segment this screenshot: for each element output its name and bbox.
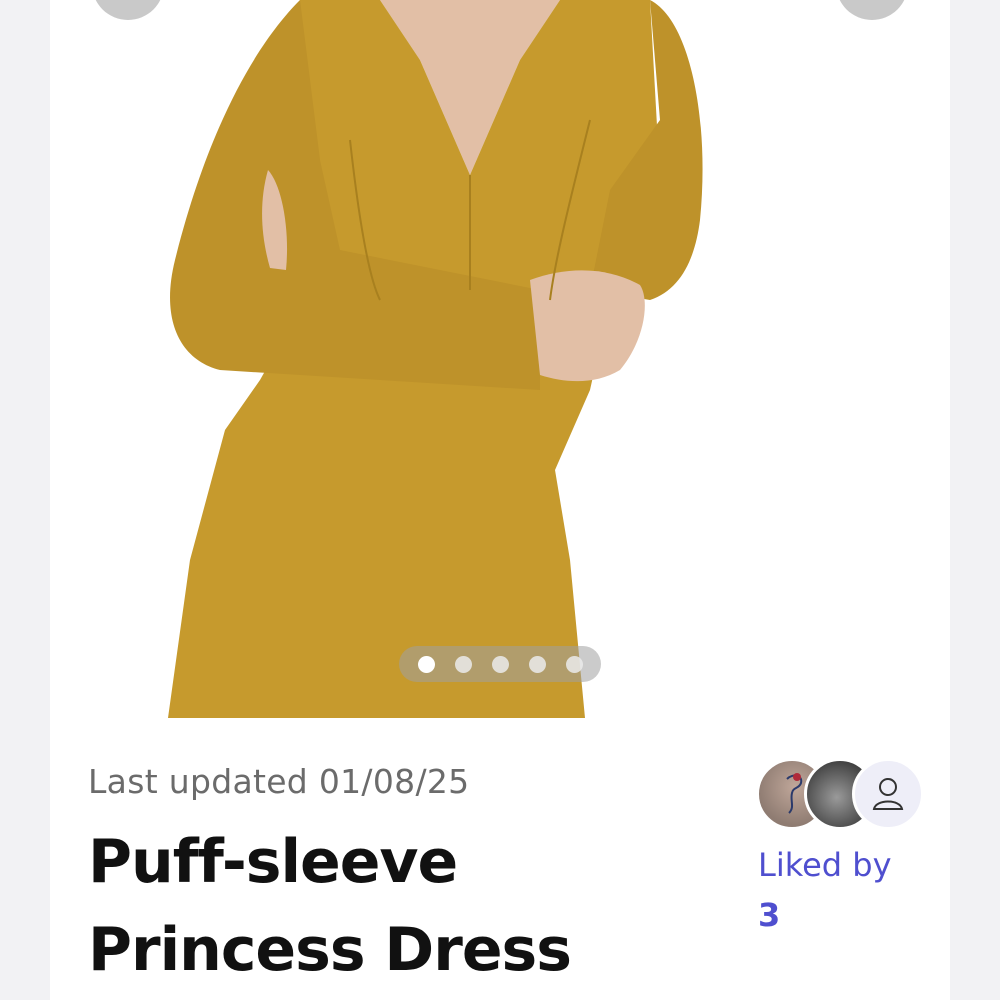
user-icon — [872, 778, 904, 810]
avatar[interactable] — [852, 758, 924, 830]
liked-by-label: Liked by — [758, 846, 892, 884]
carousel-dot[interactable] — [455, 656, 472, 673]
last-updated-text: Last updated 01/08/25 — [88, 762, 470, 801]
carousel-dot[interactable] — [529, 656, 546, 673]
product-details: Last updated 01/08/25 Puff-sleeve Prince… — [50, 718, 950, 1000]
likers-avatars[interactable] — [756, 758, 924, 830]
carousel-dot[interactable] — [418, 656, 435, 673]
product-photo[interactable] — [50, 0, 950, 718]
liked-by-count: 3 — [758, 896, 781, 934]
product-card: Last updated 01/08/25 Puff-sleeve Prince… — [50, 0, 950, 1000]
carousel-dot[interactable] — [492, 656, 509, 673]
liked-by-link[interactable]: Liked by 3 — [758, 840, 938, 940]
carousel-dot[interactable] — [566, 656, 583, 673]
product-title: Puff-sleeve Princess Dress — [88, 827, 572, 985]
hand-right — [530, 270, 645, 382]
carousel-indicator — [399, 646, 601, 682]
dress-photo-illustration — [168, 0, 703, 718]
